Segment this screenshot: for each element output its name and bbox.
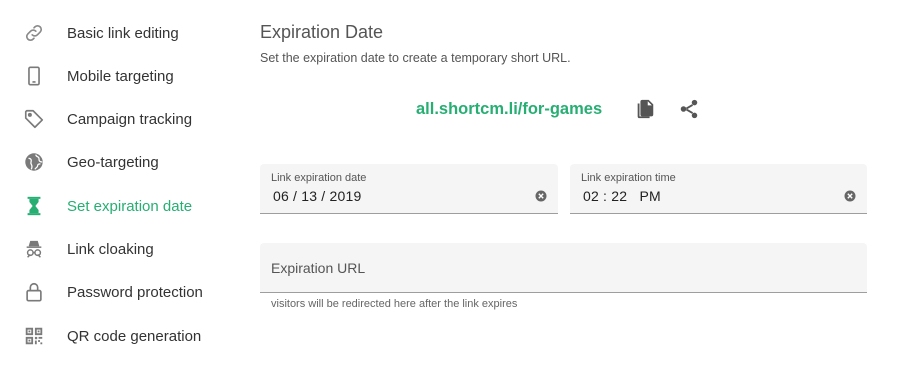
- qr-code-icon: [22, 324, 46, 348]
- sidebar-item-label: Link cloaking: [67, 240, 154, 258]
- sidebar-item-label: Password protection: [67, 283, 203, 301]
- page-title: Expiration Date: [260, 22, 384, 42]
- globe-icon: [22, 150, 46, 174]
- sidebar-item-label: Geo-targeting: [67, 153, 159, 171]
- clear-date-icon[interactable]: [535, 189, 547, 202]
- sidebar-item-set-expiration-date[interactable]: Set expiration date: [22, 191, 192, 221]
- link-icon: [22, 21, 46, 45]
- expiration-time-label: Link expiration time: [581, 172, 676, 184]
- expiration-date-label: Link expiration date: [271, 172, 367, 184]
- lock-icon: [22, 280, 46, 304]
- sidebar-item-label: QR code generation: [67, 327, 202, 345]
- sidebar-item-campaign-tracking[interactable]: Campaign tracking: [22, 104, 192, 134]
- sidebar-item-geo-targeting[interactable]: Geo-targeting: [22, 147, 159, 177]
- sidebar-item-label: Set expiration date: [67, 197, 193, 215]
- phone-icon: [22, 64, 46, 88]
- sidebar-item-password-protection[interactable]: Password protection: [22, 277, 203, 307]
- short-url-link[interactable]: all.shortcm.li/for-games: [416, 100, 602, 119]
- sidebar-item-qr-code-generation[interactable]: QR code generation: [22, 321, 201, 351]
- expiration-url-placeholder: Expiration URL: [271, 260, 366, 276]
- expiration-date-value[interactable]: 06 / 13 / 2019: [273, 188, 361, 204]
- hourglass-icon: [22, 194, 46, 218]
- sidebar-item-mobile-targeting[interactable]: Mobile targeting: [22, 61, 174, 91]
- share-icon[interactable]: [678, 98, 702, 122]
- tag-icon: [22, 107, 46, 131]
- expiration-time-value[interactable]: 02 : 22 PM: [583, 188, 661, 204]
- sidebar-item-link-cloaking[interactable]: Link cloaking: [22, 234, 154, 264]
- expiration-time-field[interactable]: Link expiration time 02 : 22 PM: [570, 164, 867, 214]
- page-subtitle: Set the expiration date to create a temp…: [260, 51, 571, 65]
- incognito-icon: [22, 237, 46, 261]
- copy-icon[interactable]: [634, 98, 658, 122]
- expiration-url-hint: visitors will be redirected here after t…: [271, 298, 518, 310]
- expiration-url-input[interactable]: Expiration URL: [260, 243, 867, 293]
- sidebar-item-label: Mobile targeting: [67, 67, 174, 85]
- expiration-date-field[interactable]: Link expiration date 06 / 13 / 2019: [260, 164, 558, 214]
- clear-time-icon[interactable]: [844, 189, 856, 202]
- sidebar-item-basic-link-editing[interactable]: Basic link editing: [22, 18, 179, 48]
- sidebar-item-label: Basic link editing: [67, 24, 179, 42]
- sidebar-item-label: Campaign tracking: [67, 110, 193, 128]
- sidebar: Basic link editing Mobile targeting Camp…: [0, 0, 240, 376]
